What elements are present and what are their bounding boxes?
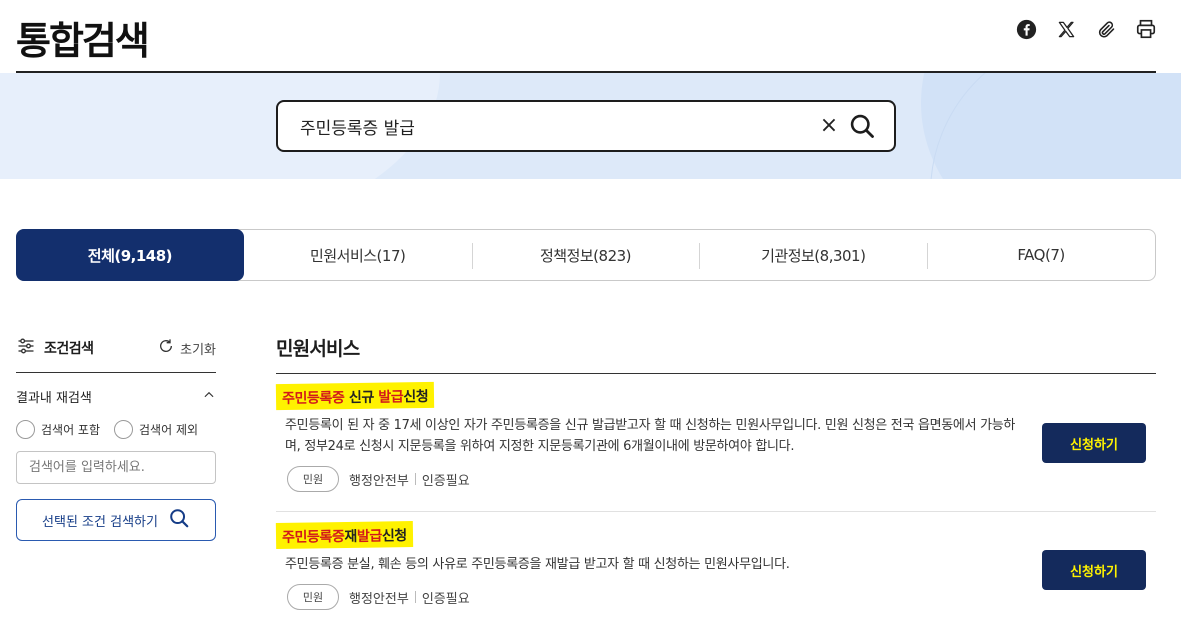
chevron-up-icon: [202, 388, 216, 406]
result-description: 주민등록이 된 자 중 17세 이상인 자가 주민등록증을 신규 발급받고자 할…: [285, 418, 1016, 454]
tab-policy-info[interactable]: 정책정보(823): [471, 230, 700, 280]
agency-name: 행정안전부: [349, 473, 409, 489]
page-title: 통합검색: [16, 19, 150, 63]
meta-separator: [414, 591, 416, 603]
tab-all[interactable]: 전체(9,148): [16, 229, 244, 281]
filter-divider: [16, 372, 216, 373]
sliders-icon: [16, 336, 36, 360]
reset-button[interactable]: 초기화: [158, 338, 216, 358]
category-badge: 민원: [287, 584, 339, 610]
section-divider: [276, 373, 1156, 374]
result-tabs: 전체(9,148) 민원서비스(17) 정책정보(823) 기관정보(8,301…: [16, 229, 1156, 281]
condition-search-panel: 조건검색 초기화 결과내 재검색 검색어 포함 검색어 제외 선택된 조건 검색…: [16, 336, 216, 541]
result-item: 주민등록증 신규 발급신청 주민등록이 된 자 중 17세 이상인 자가 주민등…: [275, 381, 1156, 492]
x-twitter-icon[interactable]: [1055, 18, 1077, 40]
reset-label: 초기화: [180, 342, 216, 358]
apply-conditions-label: 선택된 조건 검색하기: [42, 514, 158, 530]
tab-agency-info[interactable]: 기관정보(8,301): [699, 230, 927, 280]
category-badge: 민원: [287, 466, 339, 492]
search-icon[interactable]: [848, 112, 878, 142]
tab-faq[interactable]: FAQ(7): [927, 230, 1155, 280]
result-item: 주민등록증재발급신청 주민등록증 분실, 훼손 등의 사유로 주민등록증을 재발…: [275, 521, 1156, 610]
filter-title: 조건검색: [44, 341, 94, 357]
section-title: 민원서비스: [276, 338, 360, 360]
result-title-link[interactable]: 주민등록증재발급신청: [275, 521, 414, 549]
search-banner: ×: [0, 73, 1181, 179]
refine-search-input[interactable]: [16, 451, 216, 484]
result-title-link[interactable]: 주민등록증 신규 발급신청: [275, 381, 435, 411]
result-meta: 민원 행정안전부 인증필요: [287, 584, 1156, 610]
meta-separator: [414, 473, 416, 485]
paperclip-icon[interactable]: [1095, 18, 1117, 40]
refine-label: 결과내 재검색: [16, 391, 92, 406]
agency-name: 행정안전부: [349, 591, 409, 607]
printer-icon[interactable]: [1135, 18, 1157, 40]
search-icon: [168, 507, 190, 533]
refresh-icon: [158, 338, 174, 358]
result-meta: 민원 행정안전부 인증필요: [287, 466, 1156, 492]
share-toolbar: [1015, 18, 1157, 40]
apply-conditions-button[interactable]: 선택된 조건 검색하기: [16, 499, 216, 541]
apply-button[interactable]: 신청하기: [1042, 550, 1146, 590]
facebook-icon[interactable]: [1015, 18, 1037, 40]
radio-circle: [16, 420, 35, 439]
radio-include-keyword[interactable]: 검색어 포함: [16, 420, 100, 439]
radio-exclude-keyword[interactable]: 검색어 제외: [114, 420, 198, 439]
auth-required: 인증필요: [421, 591, 470, 607]
result-description: 주민등록증 분실, 훼손 등의 사유로 주민등록증을 재발급 받고자 할 때 신…: [285, 557, 790, 572]
clear-icon[interactable]: ×: [818, 114, 840, 138]
search-input[interactable]: [300, 112, 800, 140]
search-box: ×: [276, 100, 896, 152]
refine-section-toggle[interactable]: 결과내 재검색: [16, 387, 216, 406]
auth-required: 인증필요: [421, 473, 470, 489]
tab-civil-services[interactable]: 민원서비스(17): [244, 230, 472, 280]
radio-circle: [114, 420, 134, 439]
result-divider: [276, 511, 1156, 512]
apply-button[interactable]: 신청하기: [1042, 423, 1146, 463]
banner-decoration: [930, 73, 1181, 179]
